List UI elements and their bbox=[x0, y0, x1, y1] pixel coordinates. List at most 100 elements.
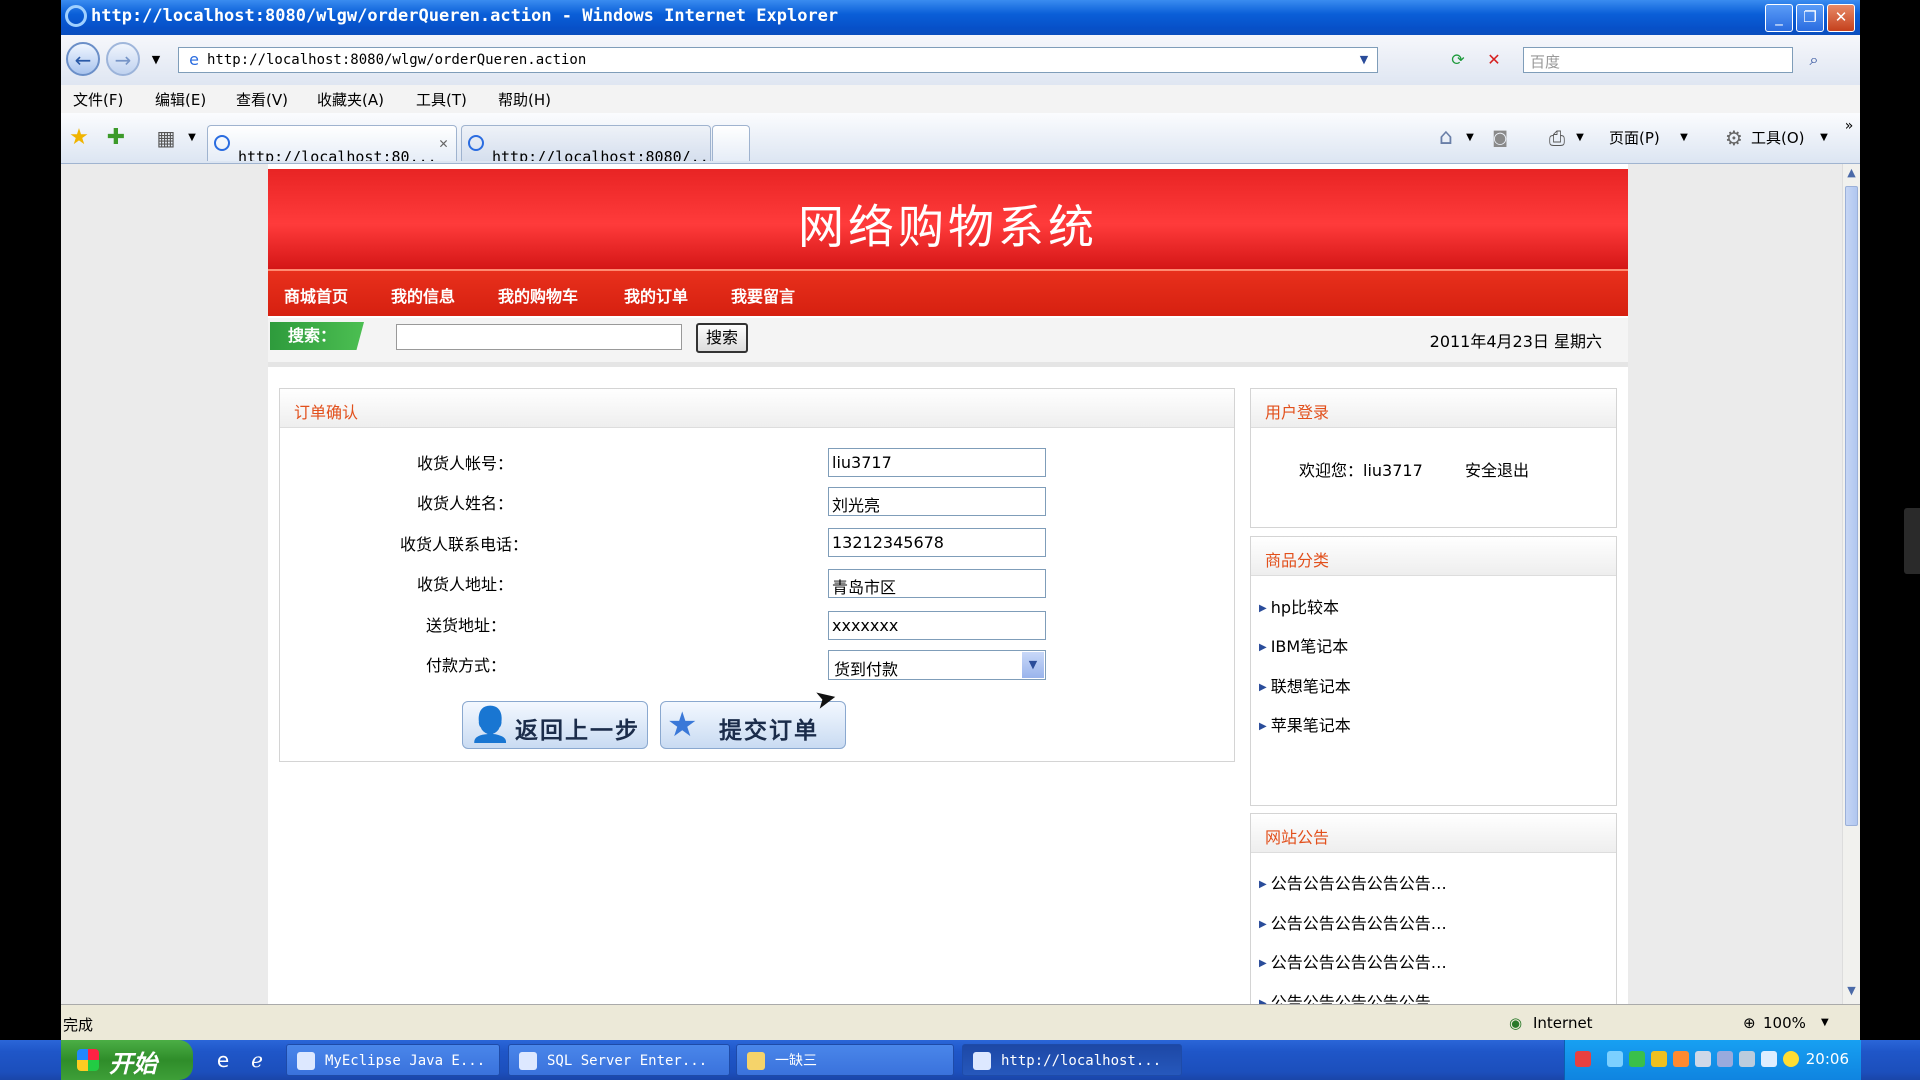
network-icon[interactable] bbox=[1629, 1051, 1645, 1067]
scroll-down-icon[interactable]: ▼ bbox=[1845, 984, 1858, 1002]
tray-arrow-icon[interactable] bbox=[1607, 1051, 1623, 1067]
tab-ie-icon bbox=[214, 135, 230, 151]
taskbar-label: SQL Server Enter... bbox=[547, 1053, 708, 1069]
quick-tabs-icon[interactable]: ▦ bbox=[153, 125, 179, 151]
tray-app2-icon[interactable] bbox=[1761, 1051, 1777, 1067]
page-viewport: 网络购物系统 商城首页 我的信息 我的购物车 我的订单 我要留言 搜索： 搜索 … bbox=[61, 164, 1842, 1004]
name-input[interactable]: 刘光亮 bbox=[828, 487, 1046, 516]
payment-select[interactable]: 货到付款 ▼ bbox=[828, 650, 1046, 680]
forward-icon[interactable]: → bbox=[106, 42, 140, 76]
category-item[interactable]: ▶ 联想笔记本 bbox=[1259, 673, 1351, 697]
stop-icon[interactable]: ✕ bbox=[1481, 47, 1507, 73]
address-bar[interactable]: e http://localhost:8080/wlgw/orderQueren… bbox=[178, 47, 1378, 73]
account-input[interactable]: liu3717 bbox=[828, 448, 1046, 477]
home-icon[interactable]: ⌂ bbox=[1433, 125, 1459, 151]
page-dropdown-icon[interactable]: ▼ bbox=[1671, 125, 1697, 151]
start-button[interactable]: 开始 bbox=[61, 1040, 193, 1080]
refresh-icon[interactable]: ⟳ bbox=[1445, 47, 1471, 73]
notice-item[interactable]: ▶ 公告公告公告公告公告… bbox=[1259, 870, 1447, 894]
tray-app-icon[interactable] bbox=[1739, 1051, 1755, 1067]
category-item[interactable]: ▶ IBM笔记本 bbox=[1259, 633, 1348, 657]
notice-item[interactable]: ▶ 公告公告公告公告公告… bbox=[1259, 989, 1447, 1004]
add-favorites-icon[interactable]: ✚ bbox=[103, 125, 129, 151]
gear-icon[interactable]: ⚙ bbox=[1721, 125, 1747, 151]
minimize-button[interactable]: _ bbox=[1765, 4, 1793, 32]
volume-icon[interactable] bbox=[1717, 1051, 1733, 1067]
scroll-up-icon[interactable]: ▲ bbox=[1845, 166, 1858, 184]
quicklaunch-ie-icon[interactable]: e bbox=[210, 1047, 236, 1073]
search-go-icon[interactable]: ⌕ bbox=[1801, 47, 1827, 73]
title-bar[interactable]: http://localhost:8080/wlgw/orderQueren.a… bbox=[61, 0, 1860, 35]
tab-list-dropdown-icon[interactable]: ▼ bbox=[179, 125, 205, 151]
menu-favorites[interactable]: 收藏夹(A) bbox=[317, 89, 384, 110]
tools-dropdown-icon[interactable]: ▼ bbox=[1811, 125, 1837, 151]
tab-2[interactable]: http://localhost:8080/... bbox=[461, 125, 711, 161]
back-step-button[interactable]: 👤 返回上一步 bbox=[462, 701, 648, 749]
myeclipse-icon bbox=[297, 1052, 315, 1070]
phone-input[interactable]: 13212345678 bbox=[828, 528, 1046, 557]
feeds-icon[interactable]: ◙ bbox=[1487, 125, 1513, 151]
tools-menu[interactable]: 工具(O) bbox=[1751, 127, 1805, 148]
site-search-button[interactable]: 搜索 bbox=[696, 323, 748, 353]
taskbar-myeclipse[interactable]: MyEclipse Java E... bbox=[286, 1044, 500, 1076]
vertical-scrollbar[interactable]: ▲ ▼ bbox=[1842, 164, 1860, 1004]
quicklaunch-browser-icon[interactable]: ℯ bbox=[244, 1047, 270, 1073]
home-dropdown-icon[interactable]: ▼ bbox=[1457, 125, 1483, 151]
menu-tools[interactable]: 工具(T) bbox=[416, 89, 467, 110]
search-box[interactable]: 百度 bbox=[1523, 47, 1793, 73]
favorites-star-icon[interactable]: ★ bbox=[66, 125, 92, 151]
history-dropdown-icon[interactable]: ▼ bbox=[143, 47, 169, 73]
menu-view[interactable]: 查看(V) bbox=[236, 89, 288, 110]
chevron-down-icon[interactable]: ▼ bbox=[1022, 652, 1044, 678]
notice-item[interactable]: ▶ 公告公告公告公告公告… bbox=[1259, 949, 1447, 973]
menu-help[interactable]: 帮助(H) bbox=[498, 89, 551, 110]
label-delivery-address: 送货地址： bbox=[426, 616, 507, 635]
nav-my-cart[interactable]: 我的购物车 bbox=[498, 283, 578, 307]
category-item[interactable]: ▶ 苹果笔记本 bbox=[1259, 712, 1351, 736]
order-confirm-header: 订单确认 bbox=[280, 389, 1234, 428]
ime-icon[interactable] bbox=[1575, 1051, 1591, 1067]
login-panel: 用户登录 欢迎您：liu3717 安全退出 bbox=[1250, 388, 1617, 528]
nav-my-info[interactable]: 我的信息 bbox=[391, 283, 455, 307]
taskbar: 开始 e ℯ MyEclipse Java E... SQL Server En… bbox=[0, 1040, 1920, 1080]
taskbar-sqlserver[interactable]: SQL Server Enter... bbox=[508, 1044, 730, 1076]
lang-icon[interactable] bbox=[1673, 1051, 1689, 1067]
tab-1[interactable]: http://localhost:80... ✕ bbox=[207, 125, 457, 161]
address-input[interactable]: 青岛市区 bbox=[828, 569, 1046, 598]
browser-window: http://localhost:8080/wlgw/orderQueren.a… bbox=[61, 0, 1862, 1041]
logout-link[interactable]: 安全退出 bbox=[1465, 457, 1529, 481]
address-dropdown-icon[interactable]: ▼ bbox=[1351, 47, 1377, 73]
input-icon[interactable] bbox=[1695, 1051, 1711, 1067]
nav-home[interactable]: 商城首页 bbox=[284, 283, 348, 307]
zoom-level[interactable]: 100% bbox=[1763, 1014, 1806, 1032]
chevron-more-icon[interactable]: » bbox=[1836, 113, 1862, 139]
address-url[interactable]: http://localhost:8080/wlgw/orderQueren.a… bbox=[207, 52, 586, 68]
payment-selected-value: 货到付款 bbox=[834, 660, 899, 679]
new-tab-button[interactable] bbox=[712, 125, 750, 161]
notice-item[interactable]: ▶ 公告公告公告公告公告… bbox=[1259, 910, 1447, 934]
folder-icon bbox=[747, 1052, 765, 1070]
menu-file[interactable]: 文件(F) bbox=[73, 89, 123, 110]
page-icon: e bbox=[189, 50, 199, 69]
taskbar-folder[interactable]: 一缺三 bbox=[736, 1044, 954, 1076]
taskbar-ie[interactable]: http://localhost... bbox=[962, 1044, 1182, 1076]
category-item[interactable]: ▶ hp比较本 bbox=[1259, 594, 1339, 618]
nav-my-orders[interactable]: 我的订单 bbox=[624, 283, 688, 307]
scroll-thumb[interactable] bbox=[1845, 186, 1858, 826]
zoom-dropdown-icon[interactable]: ▼ bbox=[1821, 1017, 1829, 1028]
print-dropdown-icon[interactable]: ▼ bbox=[1567, 125, 1593, 151]
menu-edit[interactable]: 编辑(E) bbox=[155, 89, 206, 110]
restore-button[interactable]: ❐ bbox=[1796, 4, 1824, 32]
side-handle[interactable] bbox=[1904, 508, 1920, 574]
nav-leave-message[interactable]: 我要留言 bbox=[731, 283, 795, 307]
back-icon[interactable]: ← bbox=[66, 42, 100, 76]
page-menu[interactable]: 页面(P) bbox=[1609, 127, 1660, 148]
security-icon[interactable] bbox=[1783, 1051, 1799, 1067]
qq-icon[interactable] bbox=[1651, 1051, 1667, 1067]
site-search-input[interactable] bbox=[396, 324, 682, 350]
tab-close-icon[interactable]: ✕ bbox=[439, 126, 448, 160]
delivery-address-input[interactable]: xxxxxxx bbox=[828, 611, 1046, 640]
start-label: 开始 bbox=[109, 1050, 157, 1078]
close-button[interactable]: ✕ bbox=[1827, 4, 1855, 32]
category-label: IBM笔记本 bbox=[1270, 637, 1349, 656]
